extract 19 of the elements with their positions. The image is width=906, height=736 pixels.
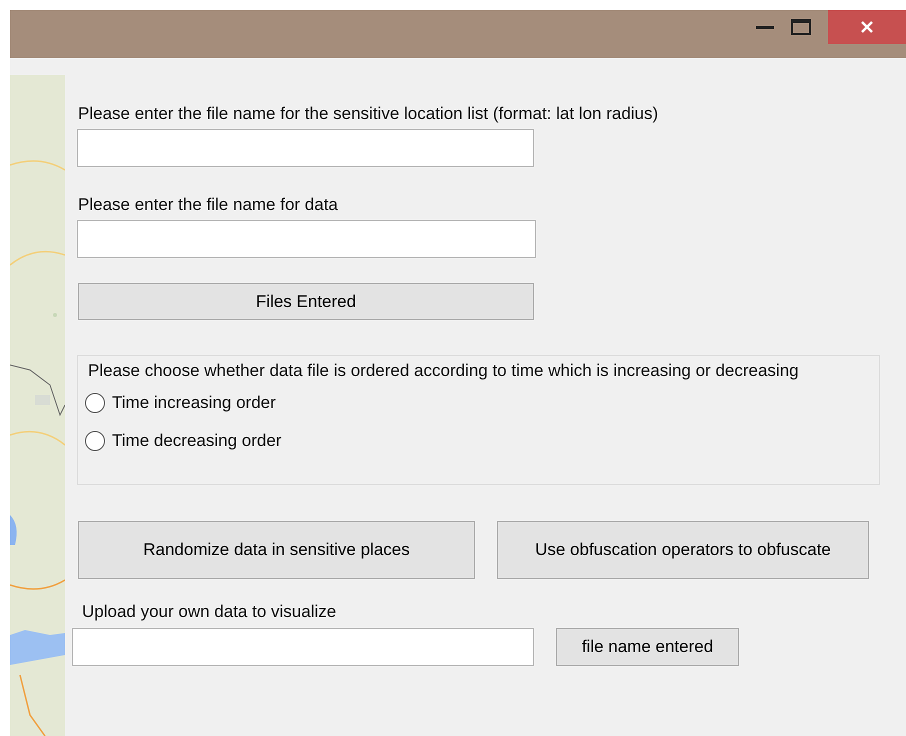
upload-label: Upload your own data to visualize — [82, 602, 338, 622]
radio-option[interactable]: Time increasing order — [85, 391, 879, 414]
radio-button[interactable] — [85, 430, 105, 450]
text-field[interactable] — [77, 220, 536, 258]
radio-option[interactable]: Time decreasing order — [85, 429, 879, 452]
field-label: Please enter the file name for data — [78, 195, 339, 215]
field-label: Please enter the file name for the sensitive location list (format: lat lon radius) — [78, 104, 660, 124]
text-field[interactable] — [72, 628, 534, 666]
action-button[interactable]: Use obfuscation operators to obfuscate — [497, 521, 869, 579]
maximize-icon — [791, 19, 811, 35]
file-name-entered-button[interactable]: file name entered — [556, 628, 739, 666]
close-icon — [860, 20, 874, 34]
text-field[interactable] — [77, 129, 534, 167]
minimize-icon — [756, 25, 774, 29]
group-prompt: Please choose whether data file is ordered according to time which is increasing or decreasing — [88, 360, 800, 382]
action-button[interactable]: Randomize data in sensitive places — [78, 521, 475, 579]
radio-button[interactable] — [85, 392, 105, 412]
close-button[interactable] — [828, 10, 906, 44]
files-entered-button[interactable]: Files Entered — [78, 283, 534, 320]
